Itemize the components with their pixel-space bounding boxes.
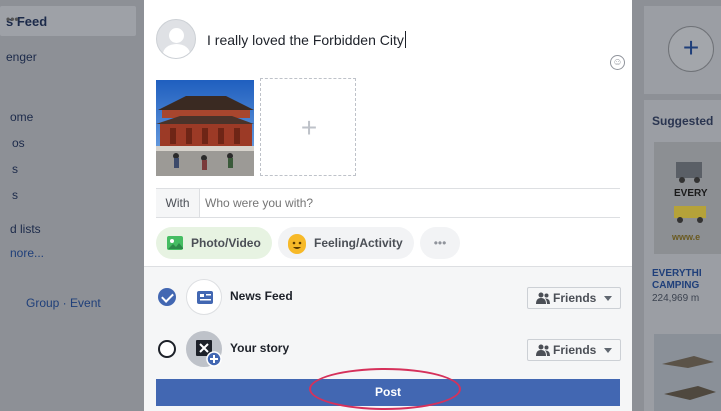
your-story-checkbox[interactable] — [158, 340, 176, 358]
feeling-activity-label: Feeling/Activity — [314, 236, 403, 250]
see-more-link[interactable]: nore... — [10, 246, 44, 260]
news-feed-checkbox[interactable] — [158, 288, 176, 306]
your-story-label: Your story — [230, 341, 290, 355]
sidebar-item-friend-lists[interactable]: d lists — [10, 222, 41, 236]
tag-friends-row: With — [156, 188, 620, 218]
smiley-icon[interactable]: ☺ — [610, 55, 625, 70]
news-feed-audience-selector[interactable]: Friends — [527, 287, 621, 309]
your-story-audience-selector[interactable]: Friends — [527, 339, 621, 361]
photo-icon — [167, 236, 183, 250]
sidebar-item-pages[interactable]: s — [12, 162, 18, 176]
avatar — [156, 19, 196, 59]
ad-photo-image — [654, 334, 721, 411]
your-story-option[interactable]: Your story Friends — [144, 329, 632, 369]
ad-likes: 224,969 m — [652, 293, 700, 304]
sidebar-item-groups[interactable]: os — [12, 136, 25, 150]
news-feed-audience-label: Friends — [553, 291, 597, 305]
ad-photo[interactable] — [654, 334, 721, 411]
chevron-down-icon — [604, 296, 612, 301]
news-feed-label: News Feed — [230, 289, 293, 303]
photo-thumbnail[interactable] — [156, 80, 254, 176]
ad-image[interactable]: EVERY www.e — [654, 142, 721, 254]
stories-card: + — [644, 6, 721, 94]
news-feed-icon — [186, 279, 222, 315]
your-story-icon — [186, 331, 222, 367]
tag-friends-input[interactable] — [200, 189, 620, 217]
create-post-dialog: I really loved the Forbidden City ☺ + Wi… — [144, 0, 632, 411]
text-cursor — [404, 31, 406, 48]
chevron-down-icon — [604, 348, 612, 353]
create-links[interactable]: Group · Event — [26, 296, 101, 310]
add-story-icon[interactable]: + — [668, 26, 714, 72]
feeling-smiley-icon — [288, 234, 306, 254]
feeling-activity-button[interactable]: Feeling/Activity — [278, 227, 414, 259]
sidebar-item-home[interactable]: ome — [10, 110, 33, 124]
friends-icon — [536, 344, 550, 356]
left-sidebar: s Feed ••• enger ome os s s d lists nore… — [0, 0, 144, 411]
suggested-heading: Suggested — [652, 114, 714, 128]
ad-image-url: www.e — [672, 232, 701, 242]
post-button[interactable]: Post — [156, 379, 620, 406]
add-photo-button[interactable]: + — [260, 78, 356, 176]
photo-video-button[interactable]: Photo/Video — [156, 227, 272, 259]
right-rail: + Suggested EVERY www.e EVERYTHI CAMPING… — [632, 0, 721, 411]
share-destinations: News Feed Friends Your story Friends Pos… — [144, 266, 632, 411]
plus-icon: + — [300, 112, 318, 143]
friends-icon — [536, 292, 550, 304]
sidebar-item-events[interactable]: s — [12, 188, 18, 202]
with-label: With — [156, 189, 200, 217]
sidebar-item-messenger[interactable]: enger — [6, 50, 37, 64]
news-feed-option[interactable]: News Feed Friends — [144, 277, 632, 317]
ad-title[interactable]: EVERYTHI CAMPING — [652, 268, 702, 292]
post-text-input[interactable]: I really loved the Forbidden City — [207, 31, 406, 48]
your-story-audience-label: Friends — [553, 343, 597, 357]
ad-image-text: EVERY — [674, 188, 708, 199]
feed-more-icon[interactable]: ••• — [6, 12, 126, 26]
photo-video-label: Photo/Video — [191, 236, 261, 250]
forbidden-city-photo — [156, 80, 254, 176]
post-composer: I really loved the Forbidden City ☺ + Wi… — [144, 0, 632, 265]
more-options-button[interactable]: ••• — [420, 227, 460, 259]
news-feed-shortcut[interactable]: s Feed ••• — [0, 6, 136, 36]
